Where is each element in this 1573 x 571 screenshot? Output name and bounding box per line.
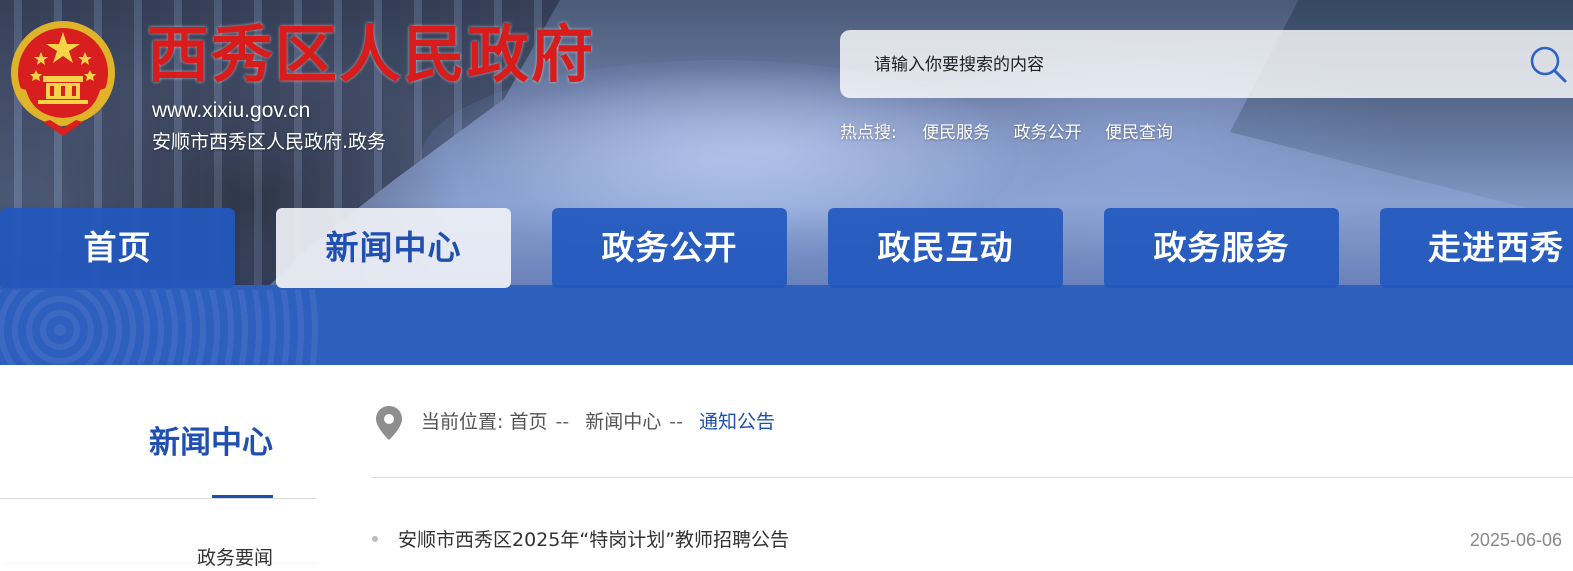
- list-item[interactable]: 安顺市西秀区2025年“特岗计划”教师招聘公告 2025-06-06: [372, 525, 1562, 555]
- nav-about-xixiu[interactable]: 走进西秀: [1380, 208, 1573, 288]
- breadcrumb-separator: --: [555, 411, 570, 433]
- breadcrumb: 当前位置: 首页 -- 新闻中心 -- 通知公告: [421, 409, 775, 435]
- content-panel: 当前位置: 首页 -- 新闻中心 -- 通知公告 安顺市西秀区2025年“特岗计划”…: [316, 365, 1573, 562]
- nav-government-services[interactable]: 政务服务: [1104, 208, 1339, 288]
- nav-home[interactable]: 首页: [0, 208, 235, 288]
- header-banner: 西秀区人民政府 www.xixiu.gov.cn 安顺市西秀区人民政府.政务 热…: [0, 0, 1573, 365]
- article-title[interactable]: 安顺市西秀区2025年“特岗计划”教师招聘公告: [398, 525, 789, 555]
- location-pin-icon: [374, 405, 404, 441]
- sidebar-title: 新闻中心: [149, 425, 273, 461]
- hot-link-convenience-query[interactable]: 便民查询: [1105, 123, 1173, 143]
- bullet-icon: [372, 536, 378, 542]
- sidebar-divider: [0, 498, 316, 499]
- breadcrumb-notices[interactable]: 通知公告: [699, 411, 775, 433]
- nav-news-center[interactable]: 新闻中心: [276, 208, 511, 288]
- site-title: 西秀区人民政府: [147, 18, 596, 91]
- hot-search: 热点搜: 便民服务 政务公开 便民查询: [840, 119, 1191, 147]
- main-content: 当前位置: 首页 -- 新闻中心 -- 通知公告 安顺市西秀区2025年“特岗计划”…: [316, 365, 1573, 562]
- site-subtitle: 安顺市西秀区人民政府.政务: [152, 131, 387, 153]
- breadcrumb-label: 当前位置:: [421, 411, 504, 433]
- wave-pattern: [0, 290, 320, 365]
- nav-government-affairs[interactable]: 政务公开: [552, 208, 787, 288]
- sidebar-title-underline: [212, 495, 273, 498]
- search-box: [840, 30, 1573, 98]
- breadcrumb-news-center[interactable]: 新闻中心: [585, 411, 661, 433]
- sidebar-item-government-news[interactable]: 政务要闻: [197, 545, 273, 571]
- content-divider: [372, 477, 1573, 478]
- search-icon[interactable]: [1528, 44, 1568, 84]
- search-input[interactable]: [872, 46, 1496, 84]
- breadcrumb-separator: --: [669, 411, 683, 433]
- site-url: www.xixiu.gov.cn: [152, 99, 311, 122]
- sidebar: 新闻中心 政务要闻: [0, 365, 316, 569]
- breadcrumb-home[interactable]: 首页: [509, 411, 547, 433]
- hot-search-label: 热点搜:: [840, 123, 897, 143]
- hot-link-government-affairs[interactable]: 政务公开: [1014, 123, 1082, 143]
- national-emblem-icon: [8, 18, 118, 138]
- nav-interaction[interactable]: 政民互动: [828, 208, 1063, 288]
- article-date: 2025-06-06: [1469, 530, 1562, 550]
- hot-link-convenience-service[interactable]: 便民服务: [922, 123, 990, 143]
